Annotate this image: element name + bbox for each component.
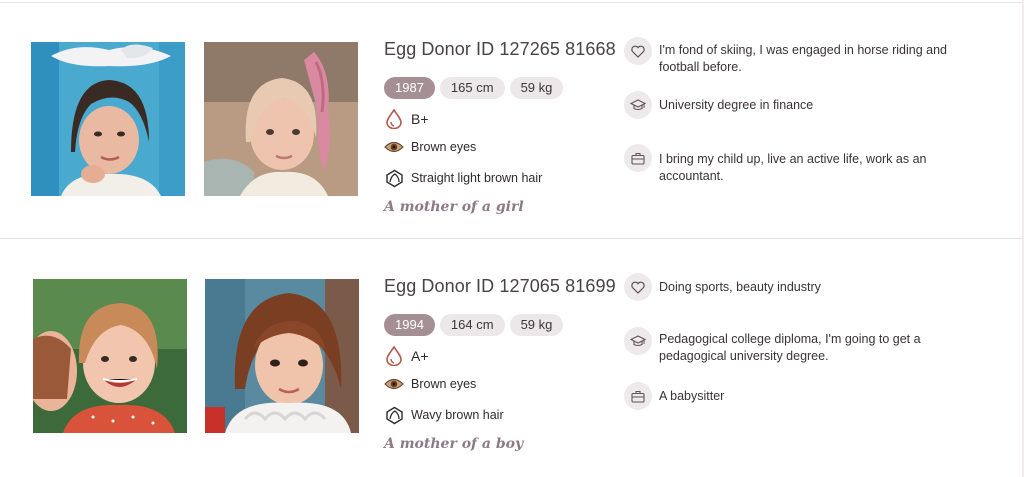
eye-icon xyxy=(384,374,404,394)
birth-year-chip: 1994 xyxy=(384,314,435,336)
blood-drop-icon xyxy=(384,346,404,366)
donor-id-title[interactable]: Egg Donor ID 127265 81668 xyxy=(384,39,616,60)
blood-drop-icon xyxy=(384,109,404,129)
hobbies-text: I'm fond of skiing, I was engaged in hor… xyxy=(659,43,947,74)
donor-stats-chips: 1987 165 cm 59 kg xyxy=(384,77,564,99)
occupation-text: A babysitter xyxy=(659,389,725,403)
education-text: University degree in finance xyxy=(659,98,814,112)
hobbies-row: I'm fond of skiing, I was engaged in hor… xyxy=(624,37,959,76)
eyes-value: Brown eyes xyxy=(411,377,477,391)
heart-icon xyxy=(624,273,652,301)
mother-of-label: A mother of a boy xyxy=(384,436,524,452)
donor-photo-2[interactable] xyxy=(204,42,358,196)
weight-chip: 59 kg xyxy=(509,314,564,336)
height-chip: 164 cm xyxy=(439,314,505,336)
card-divider xyxy=(0,238,1024,239)
mother-of-label: A mother of a girl xyxy=(384,199,524,215)
birth-year-chip: 1987 xyxy=(384,77,435,99)
heart-icon xyxy=(624,37,652,65)
occupation-row: A babysitter xyxy=(624,382,959,410)
eyes-row: Brown eyes xyxy=(384,137,476,157)
hair-icon xyxy=(384,405,404,425)
hair-icon xyxy=(384,168,404,188)
hair-value: Wavy brown hair xyxy=(411,408,504,422)
donor-stats-chips: 1994 164 cm 59 kg xyxy=(384,314,564,336)
donor-photo-1[interactable] xyxy=(31,42,185,196)
briefcase-icon xyxy=(624,144,652,172)
education-text: Pedagogical college diploma, I'm going t… xyxy=(659,332,921,363)
donor-card[interactable]: Egg Donor ID 127065 81699 1994 164 cm 59… xyxy=(0,240,1020,476)
occupation-row: I bring my child up, live an active life… xyxy=(624,144,959,185)
eyes-row: Brown eyes xyxy=(384,374,476,394)
education-row: University degree in finance xyxy=(624,91,959,119)
education-row: Pedagogical college diploma, I'm going t… xyxy=(624,327,959,365)
blood-type-value: B+ xyxy=(411,111,429,127)
hair-row: Straight light brown hair xyxy=(384,168,542,188)
hobbies-row: Doing sports, beauty industry xyxy=(624,273,959,301)
eye-icon xyxy=(384,137,404,157)
donor-photo-2[interactable] xyxy=(205,279,359,433)
graduation-cap-icon xyxy=(624,327,652,355)
donor-id-title[interactable]: Egg Donor ID 127065 81699 xyxy=(384,276,616,297)
donor-photo-1[interactable] xyxy=(33,279,187,433)
weight-chip: 59 kg xyxy=(509,77,564,99)
hair-row: Wavy brown hair xyxy=(384,405,504,425)
eyes-value: Brown eyes xyxy=(411,140,477,154)
briefcase-icon xyxy=(624,382,652,410)
graduation-cap-icon xyxy=(624,91,652,119)
height-chip: 165 cm xyxy=(439,77,505,99)
blood-type-row: A+ xyxy=(384,346,429,366)
occupation-text: I bring my child up, live an active life… xyxy=(659,152,927,183)
hair-value: Straight light brown hair xyxy=(411,171,543,185)
hobbies-text: Doing sports, beauty industry xyxy=(659,280,821,294)
donor-card[interactable]: Egg Donor ID 127265 81668 1987 165 cm 59… xyxy=(0,3,1020,239)
blood-type-value: A+ xyxy=(411,348,429,364)
blood-type-row: B+ xyxy=(384,109,429,129)
